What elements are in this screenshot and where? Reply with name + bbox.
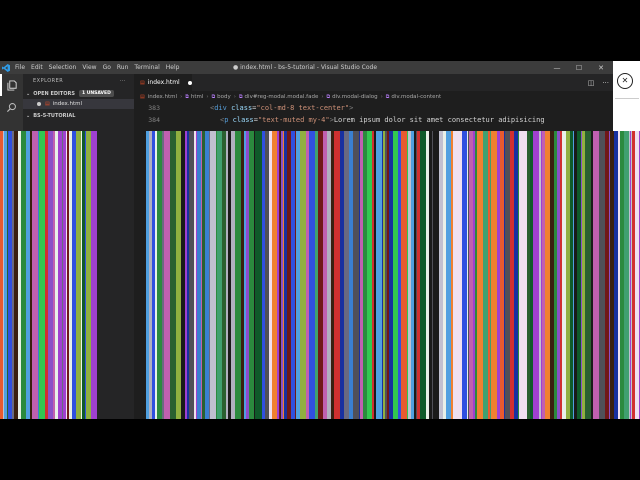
split-editor-icon[interactable]: ◫ xyxy=(588,79,595,87)
breadcrumb-item[interactable]: html xyxy=(191,94,204,100)
element-icon: ⧉ xyxy=(185,93,189,100)
minimize-button[interactable]: — xyxy=(546,61,568,74)
breadcrumb-item[interactable]: index.html xyxy=(148,94,177,100)
glitch-stripe xyxy=(91,131,97,419)
menu-go[interactable]: Go xyxy=(100,61,114,74)
code-attr: class xyxy=(232,116,254,124)
divider xyxy=(615,98,639,99)
glitch-artifact-editor xyxy=(146,131,640,419)
code-string: "col-md-8 text-center" xyxy=(256,104,350,112)
chevron-right-icon: › xyxy=(233,93,236,100)
vscode-logo-icon xyxy=(0,61,12,74)
html-file-icon: ▤ xyxy=(140,93,145,100)
chevron-right-icon: › xyxy=(180,93,183,100)
element-icon: ⧉ xyxy=(326,93,331,100)
code-tag: p xyxy=(224,116,229,124)
chevron-right-icon: › xyxy=(206,93,209,100)
html-file-icon: ▤ xyxy=(140,79,145,86)
editor-actions: ◫ ··· xyxy=(588,74,609,91)
window-title: ● index.html - bs-5-tutorial - Visual St… xyxy=(232,64,378,71)
breadcrumb-item[interactable]: div.modal-content xyxy=(391,94,441,100)
element-icon: ⧉ xyxy=(238,93,243,100)
menu-view[interactable]: View xyxy=(79,61,99,74)
breadcrumb-item[interactable]: body xyxy=(217,94,231,100)
code-punct: > xyxy=(349,104,354,112)
html-file-icon: ▤ xyxy=(45,101,50,107)
line-number: 383 xyxy=(148,104,160,112)
breadcrumb-item[interactable]: div.modal-dialog xyxy=(332,94,377,100)
unsaved-badge: 1 UNSAVED xyxy=(79,90,114,97)
adjacent-close-button[interactable]: ✕ xyxy=(617,73,633,89)
code-attr: class xyxy=(231,104,253,112)
project-section[interactable]: ⌄ BS-5-TUTORIAL xyxy=(23,110,134,121)
project-label: BS-5-TUTORIAL xyxy=(33,112,76,119)
chevron-down-icon: ⌄ xyxy=(26,112,31,119)
open-editors-section[interactable]: ⌄ OPEN EDITORS 1 UNSAVED xyxy=(23,88,134,99)
explorer-header: EXPLORER ··· xyxy=(23,74,134,88)
code-text: Lorem ipsum dolor sit amet consectetur a… xyxy=(333,116,545,124)
element-icon: ⧉ xyxy=(385,93,390,100)
tab-label: index.html xyxy=(147,79,180,86)
menu-edit[interactable]: Edit xyxy=(28,61,46,74)
files-icon[interactable] xyxy=(0,74,23,96)
tab-index-html[interactable]: ▤ index.html xyxy=(134,74,192,91)
chevron-down-icon: ⌄ xyxy=(26,90,31,97)
modified-dot-icon[interactable] xyxy=(187,80,192,85)
more-actions-icon[interactable]: ··· xyxy=(602,79,609,87)
code-string: "text-muted my-4" xyxy=(257,116,330,124)
open-editors-label: OPEN EDITORS xyxy=(33,90,75,97)
breadcrumb-item[interactable]: div#reg-modal.modal.fade xyxy=(245,94,319,100)
chevron-right-icon: › xyxy=(380,93,383,100)
unsaved-dot-icon xyxy=(37,102,41,106)
code-line: 384 < p class = "text-muted my-4" > Lorem ips… xyxy=(134,114,613,126)
close-button[interactable]: ✕ xyxy=(590,61,612,74)
maximize-button[interactable]: ☐ xyxy=(568,61,590,74)
breadcrumb: ▤ index.html › ⧉ html › ⧉ body › ⧉ div#r… xyxy=(134,91,613,102)
code-tag: div xyxy=(214,104,227,112)
menu-selection[interactable]: Selection xyxy=(46,61,80,74)
code-line: 383 < div class = "col-md-8 text-center" > xyxy=(134,102,613,114)
chevron-right-icon: › xyxy=(321,93,324,100)
menu-file[interactable]: File xyxy=(12,61,28,74)
editor-tabs: ▤ index.html ◫ ··· xyxy=(134,74,613,91)
menu-run[interactable]: Run xyxy=(114,61,132,74)
adjacent-window: ✕ xyxy=(613,61,640,133)
more-actions-icon[interactable]: ··· xyxy=(120,78,126,84)
vscode-window: File Edit Selection View Go Run Terminal… xyxy=(0,61,640,419)
line-number: 384 xyxy=(148,116,160,124)
menu-terminal[interactable]: Terminal xyxy=(131,61,162,74)
code-editor[interactable]: 383 < div class = "col-md-8 text-center" > 3… xyxy=(134,102,613,130)
glitch-artifact-sidebar xyxy=(0,131,97,419)
open-editor-filename: index.html xyxy=(52,101,83,107)
menu-help[interactable]: Help xyxy=(163,61,183,74)
explorer-title: EXPLORER xyxy=(33,78,64,84)
search-icon[interactable] xyxy=(0,96,23,118)
title-bar: File Edit Selection View Go Run Terminal… xyxy=(0,61,613,74)
open-editor-item[interactable]: ▤ index.html xyxy=(23,99,134,109)
element-icon: ⧉ xyxy=(211,93,216,100)
